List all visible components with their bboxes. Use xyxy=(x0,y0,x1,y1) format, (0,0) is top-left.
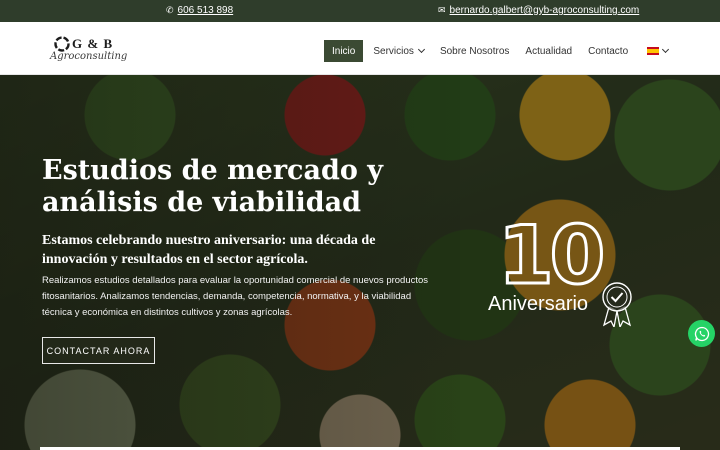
nav-item-label: Inicio xyxy=(332,45,356,57)
nav-item-label: Actualidad xyxy=(525,45,573,57)
nav-item-label: Contacto xyxy=(588,45,629,57)
nav-item-servicios[interactable]: Servicios xyxy=(365,40,432,62)
hero-section: Estudios de mercado y análisis de viabil… xyxy=(0,75,720,450)
hero-title: Estudios de mercado y análisis de viabil… xyxy=(42,155,383,218)
main-nav: Inicio Servicios Sobre Nosotros Actualid… xyxy=(324,40,636,62)
hero-subtitle: Estamos celebrando nuestro aniversario: … xyxy=(42,233,376,267)
contact-now-button[interactable]: CONTACTAR AHORA xyxy=(42,337,155,364)
nav-item-sobre-nosotros[interactable]: Sobre Nosotros xyxy=(432,40,517,62)
phone-link[interactable]: 606 513 898 xyxy=(178,5,234,16)
nav-item-inicio[interactable]: Inicio xyxy=(324,40,364,62)
nav-item-actualidad[interactable]: Actualidad xyxy=(517,40,580,62)
email-contact[interactable]: ✉ bernardo.galbert@gyb-agroconsulting.co… xyxy=(438,5,639,16)
phone-icon: ✆ xyxy=(166,5,174,15)
whatsapp-icon xyxy=(694,326,709,341)
logo[interactable]: G & B Agroconsulting xyxy=(50,34,130,66)
chevron-down-icon[interactable] xyxy=(661,45,670,54)
logo-tagline: Agroconsulting xyxy=(50,51,128,62)
anniversary-badge: 10 Aniversario xyxy=(486,209,646,330)
site-header: G & B Agroconsulting Inicio Servicios So… xyxy=(0,22,720,75)
nav-item-label: Servicios xyxy=(373,45,414,57)
nav-item-contacto[interactable]: Contacto xyxy=(580,40,636,62)
whatsapp-button[interactable] xyxy=(688,320,715,347)
spain-flag-icon[interactable] xyxy=(647,47,659,55)
award-ribbon-icon xyxy=(602,282,632,327)
top-contact-bar: ✆ 606 513 898 ✉ bernardo.galbert@gyb-agr… xyxy=(0,0,720,22)
anniversary-label: Aniversario xyxy=(488,293,589,315)
email-link[interactable]: bernardo.galbert@gyb-agroconsulting.com xyxy=(450,5,640,16)
logo-name: G & B xyxy=(72,36,114,51)
nav-item-label: Sobre Nosotros xyxy=(439,45,510,57)
chevron-down-icon xyxy=(417,45,425,54)
phone-contact[interactable]: ✆ 606 513 898 xyxy=(166,5,233,16)
logo-mark-icon xyxy=(54,36,70,52)
anniversary-number: 10 xyxy=(496,209,606,302)
hero-description: Realizamos estudios detallados para eval… xyxy=(42,275,429,318)
envelope-icon: ✉ xyxy=(438,5,446,15)
